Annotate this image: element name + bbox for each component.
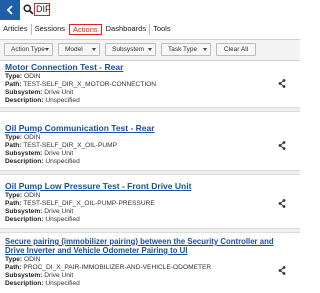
result-title[interactable]: Motor Connection Test - Rear [5, 62, 123, 72]
result-subsystem: Subsystem: Drive Unit [5, 89, 73, 97]
tab-articles[interactable]: Articles [0, 24, 31, 35]
share-icon[interactable] [278, 141, 286, 150]
description-label: Description: [5, 280, 44, 287]
clear-all-button[interactable]: Clear All [216, 43, 256, 56]
subsystem-value: Drive Unit [44, 150, 74, 157]
result-item: Oil Pump Low Pressure Test - Front Drive… [0, 178, 300, 223]
share-icon[interactable] [278, 266, 286, 275]
result-title-continued[interactable]: Drive Inverter and Vehicle Odometer Pair… [5, 246, 187, 256]
result-title[interactable]: Oil Pump Communication Test - Rear [5, 123, 155, 133]
caret-down-icon [203, 48, 207, 51]
tab-actions[interactable]: Actions [69, 23, 102, 35]
path-value: PROC_DI_X_PAIR-IMMOBILIZER-AND-VEHICLE-O… [23, 264, 212, 271]
subsystem-label: Subsystem: [5, 150, 43, 157]
description-value: Unspecified [45, 158, 80, 165]
result-path: Path: TEST-SELF_DIR_X_OIL-PUMP [5, 142, 117, 150]
caret-down-icon [45, 48, 49, 51]
tab-sessions[interactable]: Sessions [30, 23, 68, 35]
result-type: Type: ODIN [5, 256, 40, 264]
model-dropdown[interactable]: Model [58, 43, 100, 56]
subsystem-value: Drive Unit [44, 89, 74, 96]
chevron-left-icon [6, 5, 13, 15]
share-icon[interactable] [278, 199, 286, 208]
task-type-dropdown[interactable]: Task Type [161, 43, 211, 56]
result-item: Oil Pump Communication Test - Rear Type:… [0, 121, 300, 166]
result-subsystem: Subsystem: Drive Unit [5, 208, 73, 216]
result-path: Path: TEST-SELF_DIF_X_OIL-PUMP-PRESSURE [5, 200, 155, 208]
type-value: ODIN [23, 192, 41, 199]
result-subsystem: Subsystem: Drive Unit [5, 150, 73, 158]
caret-down-icon [148, 48, 152, 51]
subsystem-label: Subsystem: [5, 272, 43, 279]
action-type-label: Action Type [11, 46, 45, 53]
result-subsystem: Subsystem: Drive Unit [5, 272, 73, 280]
result-description: Description: Unspecified [5, 158, 80, 166]
type-value: ODIN [23, 256, 41, 263]
description-label: Description: [5, 216, 44, 223]
subsystem-label: Subsystem [112, 46, 145, 53]
type-label: Type: [5, 256, 23, 263]
search-input[interactable]: DIF [34, 3, 51, 16]
result-description: Description: Unspecified [5, 216, 80, 224]
model-label: Model [65, 46, 83, 53]
result-type: Type: ODIN [5, 192, 40, 200]
type-value: ODIN [23, 73, 41, 80]
back-button[interactable] [0, 0, 20, 20]
result-item: Motor Connection Test - Rear Type: ODIN … [0, 61, 300, 106]
tab-dashboards[interactable]: Dashboards [103, 24, 149, 35]
description-value: Unspecified [45, 97, 80, 104]
description-label: Description: [5, 158, 44, 165]
share-icon[interactable] [278, 79, 286, 88]
path-value: TEST-SELF_DIR_X_MOTOR-CONNECTION [23, 81, 157, 88]
description-value: Unspecified [45, 280, 80, 287]
description-value: Unspecified [45, 216, 80, 223]
subsystem-dropdown[interactable]: Subsystem [105, 43, 156, 56]
caret-down-icon [92, 48, 96, 51]
subsystem-value: Drive Unit [44, 208, 74, 215]
subsystem-label: Subsystem: [5, 208, 43, 215]
search-icon[interactable] [23, 4, 34, 15]
type-label: Type: [5, 192, 23, 199]
subsystem-label: Subsystem: [5, 89, 43, 96]
filter-bar: Action Type Model Subsystem Task Type Cl… [0, 40, 300, 60]
result-path: Path: TEST-SELF_DIR_X_MOTOR-CONNECTION [5, 81, 156, 89]
result-type: Type: ODIN [5, 134, 40, 142]
task-type-label: Task Type [168, 46, 198, 53]
subsystem-value: Drive Unit [44, 272, 74, 279]
path-label: Path: [5, 200, 22, 207]
result-item: Secure pairing (immobilizer pairing) bet… [0, 235, 300, 293]
result-type: Type: ODIN [5, 73, 40, 81]
result-description: Description: Unspecified [5, 280, 80, 288]
path-label: Path: [5, 264, 22, 271]
path-label: Path: [5, 142, 22, 149]
type-label: Type: [5, 134, 23, 141]
result-path: Path: PROC_DI_X_PAIR-IMMOBILIZER-AND-VEH… [5, 264, 211, 272]
path-label: Path: [5, 81, 22, 88]
result-separator [0, 228, 300, 233]
action-type-dropdown[interactable]: Action Type [4, 43, 53, 56]
type-label: Type: [5, 73, 23, 80]
result-description: Description: Unspecified [5, 97, 80, 105]
result-separator [0, 107, 300, 112]
result-title[interactable]: Oil Pump Low Pressure Test - Front Drive… [5, 181, 191, 191]
type-value: ODIN [23, 134, 41, 141]
result-separator [0, 170, 300, 175]
top-bar: DIF [0, 0, 300, 20]
tab-tools[interactable]: Tools [149, 23, 174, 35]
path-value: TEST-SELF_DIR_X_OIL-PUMP [23, 142, 118, 149]
path-value: TEST-SELF_DIF_X_OIL-PUMP-PRESSURE [23, 200, 155, 207]
description-label: Description: [5, 97, 44, 104]
tab-bar: Articles Sessions Actions Dashboards Too… [0, 22, 174, 36]
